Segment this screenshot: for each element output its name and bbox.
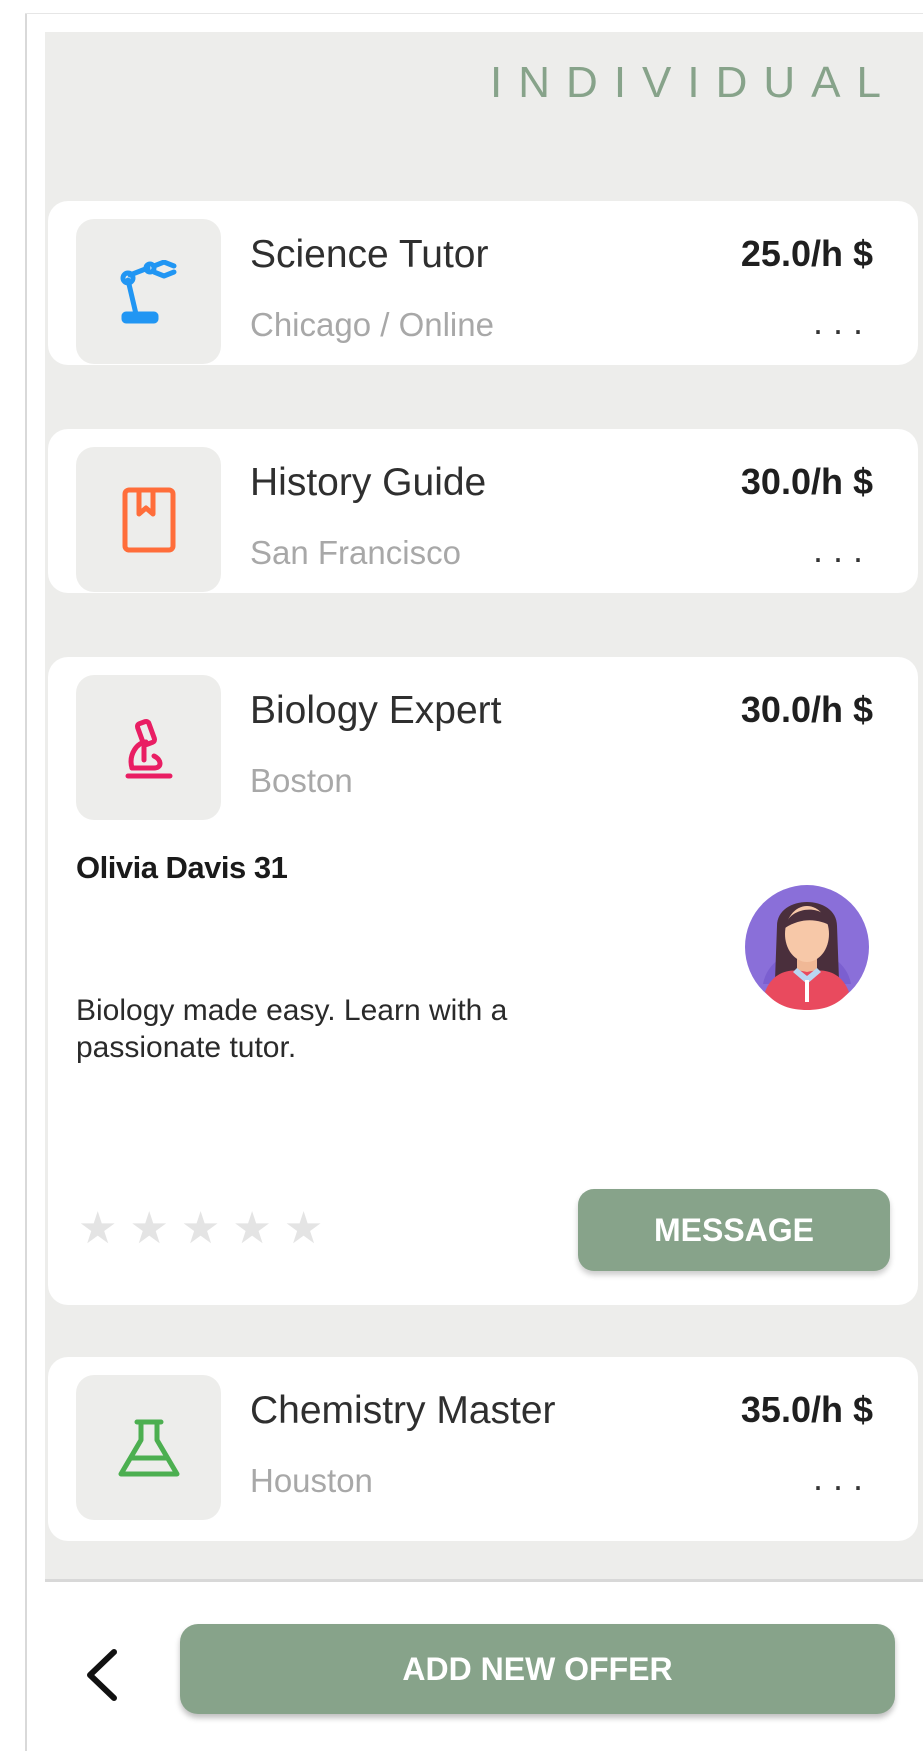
offer-location: Chicago / Online: [250, 306, 494, 343]
page-title: INDIVIDUAL: [490, 58, 897, 107]
more-options-button[interactable]: ...: [813, 1457, 873, 1499]
offer-icon-box: [76, 447, 221, 592]
rating-stars[interactable]: ★ ★ ★ ★ ★: [78, 1207, 323, 1251]
offer-price: 25.0/h $: [740, 233, 873, 274]
footer-divider: [45, 1579, 923, 1582]
offers-screen: INDIVIDUAL Science Tutor Chicago / Onlin…: [45, 32, 923, 1580]
add-new-offer-button[interactable]: ADD NEW OFFER: [180, 1624, 895, 1714]
offer-title: Chemistry Master: [250, 1389, 556, 1432]
flask-icon: [118, 1419, 179, 1476]
frame-left-line: [25, 14, 27, 1751]
star-icon[interactable]: ★: [232, 1207, 271, 1251]
offer-card[interactable]: History Guide San Francisco 30.0/h $ ...: [48, 429, 918, 593]
offer-price: 30.0/h $: [740, 461, 873, 502]
star-icon[interactable]: ★: [78, 1207, 117, 1251]
offer-card[interactable]: Science Tutor Chicago / Online 25.0/h $ …: [48, 201, 918, 365]
tutor-name: Olivia Davis 31: [76, 850, 288, 885]
offer-icon-box: [76, 1375, 221, 1520]
offer-title: Science Tutor: [250, 233, 489, 276]
book-icon: [122, 487, 175, 552]
offer-title: History Guide: [250, 461, 487, 504]
star-icon[interactable]: ★: [181, 1207, 220, 1251]
avatar[interactable]: [743, 880, 871, 1014]
message-button[interactable]: MESSAGE: [578, 1189, 890, 1271]
offer-location: Houston: [250, 1462, 373, 1499]
robot-arm-icon: [120, 259, 176, 323]
more-options-button[interactable]: ...: [813, 301, 873, 343]
offer-location: Boston: [250, 762, 353, 799]
back-button[interactable]: [72, 1640, 132, 1710]
offer-title: Biology Expert: [250, 689, 502, 732]
offer-card-expanded[interactable]: Biology Expert Boston 30.0/h $ Olivia Da…: [48, 657, 918, 1305]
offer-price: 35.0/h $: [740, 1389, 873, 1430]
offer-icon-box: [76, 219, 221, 364]
offer-icon-box: [76, 675, 221, 820]
offer-price: 30.0/h $: [740, 689, 873, 730]
offer-location: San Francisco: [250, 534, 461, 571]
more-options-button[interactable]: ...: [813, 529, 873, 571]
microscope-icon: [125, 718, 172, 778]
star-icon[interactable]: ★: [284, 1207, 323, 1251]
chevron-left-icon: [87, 1649, 117, 1701]
star-icon[interactable]: ★: [129, 1207, 168, 1251]
offer-card[interactable]: Chemistry Master Houston 35.0/h $ ...: [48, 1357, 918, 1541]
frame-top-line: [25, 13, 923, 14]
tutor-description: Biology made easy. Learn with a passiona…: [76, 994, 508, 1064]
